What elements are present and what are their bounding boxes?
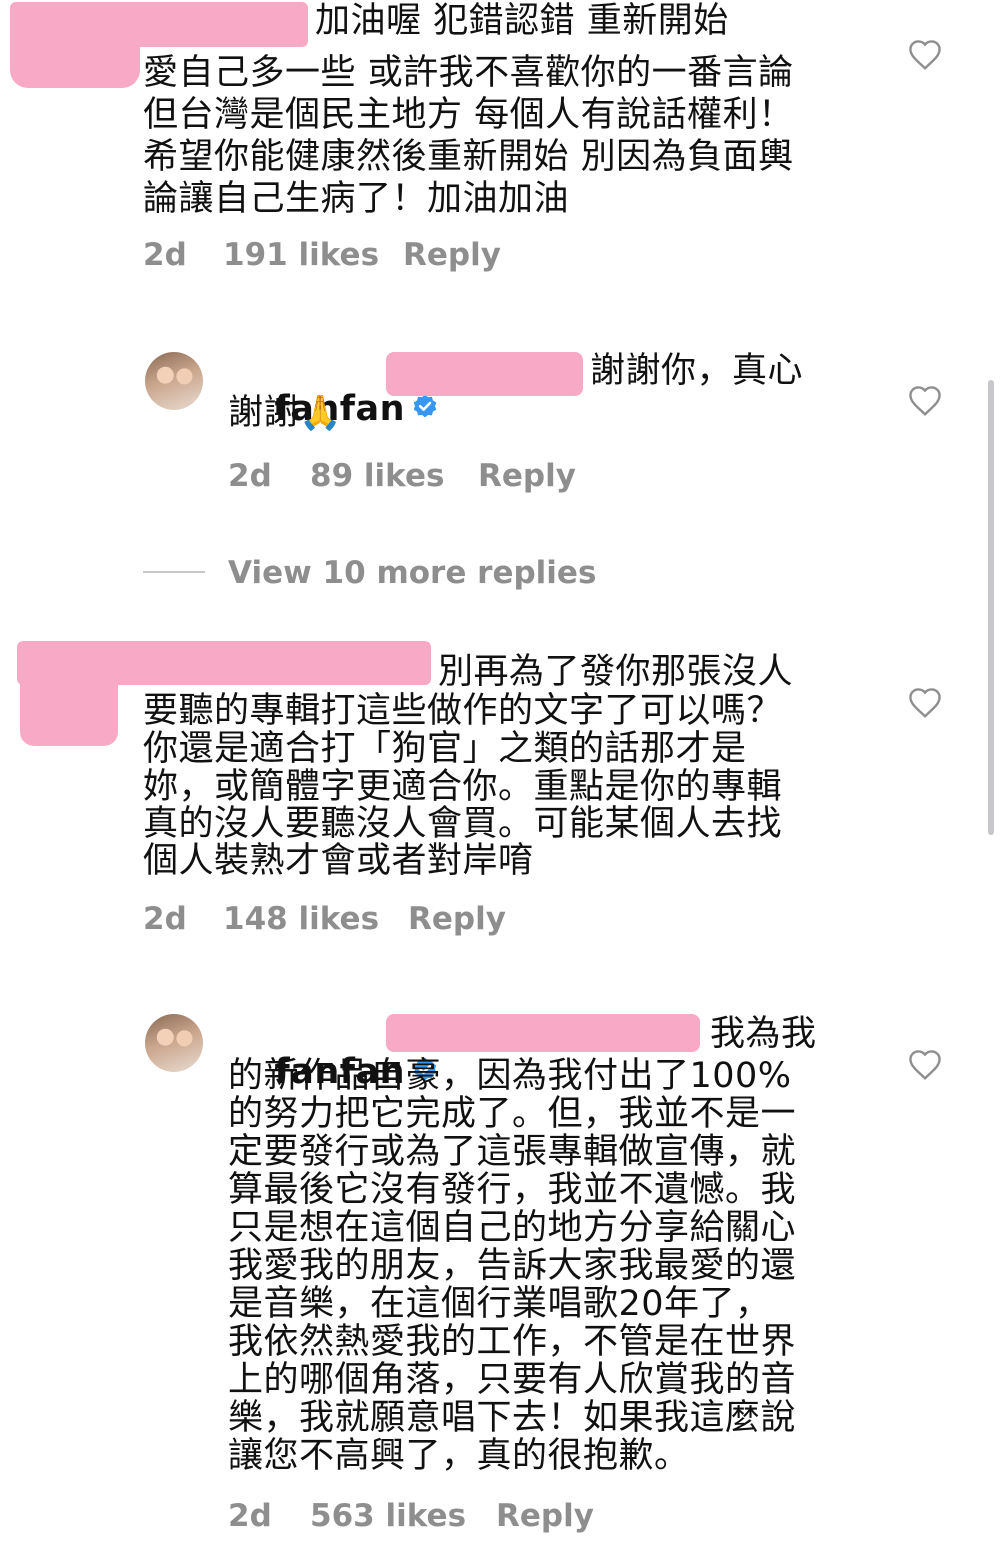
comment-time: 2d: [143, 237, 187, 273]
comment-line: 愛自己多一些 或許我不喜歡你的一番言論: [143, 53, 794, 93]
likes-count[interactable]: 191 likes: [223, 235, 379, 275]
redacted-avatar: [20, 680, 118, 746]
scrollbar[interactable]: [988, 380, 994, 835]
comment-line: 的新作品自豪，因為我付出了100%: [228, 1056, 792, 1096]
comment-line: 要聽的專輯打這些做作的文字了可以嗎？: [143, 691, 783, 731]
comment-line: 我為我: [710, 1014, 817, 1054]
heart-outline-icon[interactable]: [907, 37, 943, 71]
comment-line: 我愛我的朋友，告訴大家我最愛的還: [228, 1246, 797, 1286]
comment-text: 謝謝: [228, 393, 300, 433]
reply-button[interactable]: Reply: [408, 899, 506, 939]
comment-line: 加油喔 犯錯認錯 重新開始: [315, 1, 729, 41]
comment-line: 謝謝🙏: [228, 393, 342, 433]
redacted-mention: [386, 1014, 700, 1052]
heart-outline-icon[interactable]: [907, 1047, 943, 1081]
comment-line: 定要發行或為了這張專輯做宣傳，就: [228, 1132, 797, 1172]
comment-line: 上的哪個角落，只要有人欣賞我的音: [228, 1360, 797, 1400]
comment-line: 樂，我就願意唱下去！如果我這麼說: [228, 1398, 797, 1438]
comment-time: 2d: [228, 1498, 272, 1534]
reply-button[interactable]: Reply: [478, 456, 576, 496]
avatar[interactable]: [145, 1014, 203, 1072]
avatar[interactable]: [145, 352, 203, 410]
redacted-mention: [386, 352, 583, 396]
likes-count[interactable]: 563 likes: [310, 1496, 466, 1536]
comment-line: 希望你能健康然後重新開始 別因為負面輿: [143, 137, 794, 177]
comment-line: 論讓自己生病了！加油加油: [143, 179, 570, 219]
comment-time: 2d: [228, 458, 272, 494]
comment-line: 讓您不高興了，真的很抱歉。: [228, 1436, 690, 1476]
redacted-username: [17, 641, 431, 685]
comment-line: 妳，或簡體字更適合你。重點是你的專輯: [143, 767, 783, 807]
verified-badge-icon: [413, 394, 437, 417]
comment-line: 算最後它沒有發行，我並不遺憾。我: [228, 1170, 797, 1210]
redacted-avatar: [10, 40, 140, 88]
comment-line: 真的沒人要聽沒人會買。可能某個人去找: [143, 804, 783, 844]
likes-count[interactable]: 89 likes: [310, 456, 444, 496]
comment-line: 是音樂，在這個行業唱歌20年了，: [228, 1284, 771, 1324]
comment-time: 2d: [143, 901, 187, 937]
comment-line: 別再為了發你那張沒人: [438, 652, 794, 692]
comment-line: 謝謝你，真心: [590, 351, 804, 391]
reply-button[interactable]: Reply: [403, 235, 501, 275]
folded-hands-emoji: 🙏: [299, 393, 342, 433]
view-more-replies-button[interactable]: View 10 more replies: [228, 553, 596, 593]
comment-line: 你還是適合打「狗官」之類的話那才是: [143, 729, 747, 769]
likes-count[interactable]: 148 likes: [223, 899, 379, 939]
heart-outline-icon[interactable]: [907, 685, 943, 719]
comment-line: 只是想在這個自己的地方分享給關心: [228, 1208, 797, 1248]
comment-line: 我依然熱愛我的工作，不管是在世界: [228, 1322, 797, 1362]
comment-line: 的努力把它完成了。但，我並不是一: [228, 1094, 797, 1134]
comment-line: 但台灣是個民主地方 每個人有說話權利！: [143, 95, 794, 135]
heart-outline-icon[interactable]: [907, 383, 943, 417]
comment-line: 個人裝熟才會或者對岸唷: [143, 841, 534, 881]
view-replies-divider: [143, 571, 205, 573]
reply-button[interactable]: Reply: [496, 1496, 594, 1536]
